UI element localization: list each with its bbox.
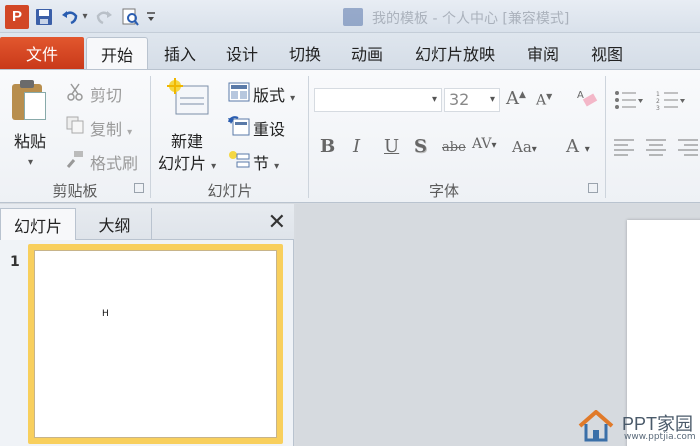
tab-animations[interactable]: 动画 — [337, 37, 397, 69]
underline-button[interactable]: U — [384, 136, 399, 157]
tab-review[interactable]: 审阅 — [512, 37, 574, 69]
house-logo-icon — [578, 409, 614, 442]
tab-design[interactable]: 设计 — [212, 37, 272, 69]
align-center-icon[interactable] — [646, 138, 668, 156]
group-divider — [605, 76, 606, 198]
svg-text:3: 3 — [656, 105, 660, 110]
bold-button[interactable]: B — [320, 136, 335, 157]
font-dialog-launcher[interactable] — [588, 183, 598, 193]
paste-button[interactable]: 粘贴 — [14, 128, 46, 152]
strikethrough-button[interactable]: abe — [442, 140, 466, 155]
scissors-icon — [66, 83, 84, 101]
bullets-icon[interactable] — [614, 90, 644, 110]
change-case-button[interactable]: Aa▾ — [512, 138, 537, 156]
paste-icon[interactable] — [12, 80, 52, 122]
section-icon — [228, 150, 250, 170]
undo-dropdown-icon[interactable]: ▾ — [81, 6, 89, 28]
group-divider — [150, 76, 151, 198]
section-button[interactable]: 节 ▾ — [253, 150, 279, 174]
svg-text:1: 1 — [656, 91, 660, 98]
align-left-icon[interactable] — [614, 138, 636, 156]
slides-group-label: 幻灯片 — [207, 182, 253, 200]
font-size-value: 32 — [449, 90, 470, 109]
layout-button[interactable]: 版式 ▾ — [253, 82, 295, 106]
font-color-label: A — [566, 136, 579, 157]
tab-home[interactable]: 开始 — [86, 37, 148, 69]
new-slide-icon[interactable] — [166, 78, 210, 118]
watermark-url: www.pptjia.com — [624, 432, 696, 442]
numbering-icon[interactable]: 123 — [656, 90, 686, 112]
text-shadow-button[interactable]: S — [414, 136, 427, 157]
new-slide-label-line1[interactable]: 新建 — [171, 128, 203, 152]
title-bar: P ▾ 我的模板 - 个人中心 [兼容模式] — [0, 0, 700, 33]
ribbon-tabs: 文件 开始 插入 设计 切换 动画 幻灯片放映 审阅 视图 — [0, 33, 700, 69]
tab-file[interactable]: 文件 — [0, 37, 84, 69]
print-preview-icon[interactable] — [119, 6, 141, 28]
slide-thumbnail-pane: 幻灯片 大纲 ✕ 1 H — [0, 204, 294, 446]
pane-tabs: 幻灯片 大纲 ✕ — [0, 204, 294, 240]
new-slide-label-line2: 幻灯片 — [158, 154, 207, 173]
reset-icon — [228, 116, 250, 136]
font-name-dropdown-icon[interactable]: ▾ — [432, 94, 437, 105]
align-right-icon[interactable] — [678, 138, 700, 156]
grow-font-icon[interactable]: A▲ — [506, 88, 526, 109]
powerpoint-logo-icon[interactable]: P — [5, 4, 29, 29]
clear-formatting-icon[interactable]: A — [576, 86, 600, 110]
undo-icon[interactable] — [59, 6, 81, 28]
window-title: 我的模板 - 个人中心 [兼容模式] — [372, 11, 570, 27]
copy-button[interactable]: 复制 ▾ — [90, 116, 132, 140]
font-color-button[interactable]: A ▾ — [566, 136, 590, 157]
svg-text:2: 2 — [656, 98, 660, 105]
italic-button[interactable]: I — [353, 136, 360, 157]
tab-slideshow[interactable]: 幻灯片放映 — [400, 37, 510, 69]
layout-label: 版式 — [253, 86, 286, 105]
tab-outline[interactable]: 大纲 — [78, 208, 152, 240]
font-name-combobox[interactable]: ▾ — [314, 88, 442, 112]
copy-label: 复制 — [90, 120, 123, 139]
cut-button[interactable]: 剪切 — [90, 82, 122, 106]
section-label: 节 — [253, 154, 270, 173]
slide-thumbnail[interactable]: H — [34, 250, 277, 438]
font-size-dropdown-icon[interactable]: ▾ — [490, 94, 495, 105]
format-painter-icon — [66, 150, 84, 168]
quick-access-toolbar: P ▾ — [0, 0, 157, 33]
character-spacing-button[interactable]: AV▾ — [472, 136, 497, 152]
change-case-label: Aa — [512, 138, 532, 156]
shrink-font-icon[interactable]: A▼ — [536, 92, 552, 109]
reset-button[interactable]: 重设 — [253, 116, 285, 140]
redo-icon[interactable] — [93, 6, 115, 28]
slide-thumbnail-text: H — [102, 309, 109, 319]
font-group-label: 字体 — [428, 182, 459, 200]
svg-text:A: A — [577, 90, 584, 101]
slide-number: 1 — [10, 254, 20, 270]
font-size-combobox[interactable]: 32 ▾ — [444, 88, 500, 112]
new-slide-button[interactable]: 幻灯片 ▾ — [158, 150, 216, 174]
clipboard-group-label: 剪贴板 — [52, 182, 98, 200]
format-painter-button[interactable]: 格式刷 — [90, 150, 138, 174]
tab-insert[interactable]: 插入 — [150, 37, 210, 69]
layout-icon — [228, 82, 250, 102]
tab-transitions[interactable]: 切换 — [275, 37, 335, 69]
tab-slides[interactable]: 幻灯片 — [0, 208, 76, 240]
save-icon[interactable] — [33, 6, 55, 28]
document-icon — [343, 8, 363, 26]
ribbon: 粘贴 ▾ 剪切 复制 ▾ 格式刷 剪贴板 新建 幻灯片 ▾ 版式 ▾ 重设 节 … — [0, 69, 700, 203]
close-icon[interactable]: ✕ — [268, 210, 286, 235]
customize-toolbar-icon[interactable] — [145, 6, 157, 28]
copy-icon — [66, 116, 84, 134]
watermark: PPT家园 www.pptjia.com — [578, 408, 700, 446]
character-spacing-label: AV — [472, 136, 492, 152]
paste-dropdown-icon[interactable]: ▾ — [28, 150, 33, 169]
group-divider — [308, 76, 309, 198]
tab-view[interactable]: 视图 — [576, 37, 638, 69]
clipboard-dialog-launcher[interactable] — [134, 183, 144, 193]
